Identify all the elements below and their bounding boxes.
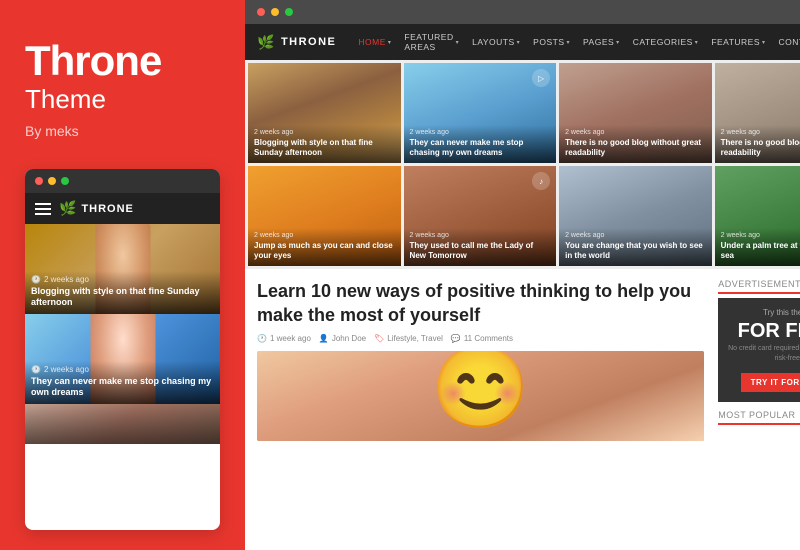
grid-item-8[interactable]: ▷ 2 weeks ago Under a palm tree at the c…	[715, 166, 800, 266]
music-icon: ♪	[532, 172, 550, 190]
chevron-down-icon: ▾	[456, 39, 460, 46]
mobile-post-2-time: 🕐2 weeks ago	[31, 365, 214, 374]
mobile-post-1-time: 🕐2 weeks ago	[31, 275, 214, 284]
nav-item-features[interactable]: FEATURES ▾	[705, 24, 771, 60]
grid-time-2: 2 weeks ago	[410, 129, 551, 136]
grid-caption-8: Under a palm tree at the coast of the se…	[721, 241, 800, 261]
article-meta: 🕐 1 week ago 👤 John Doe 🏷 Lifestyle, Tra…	[257, 334, 704, 343]
article-image: 😊	[257, 351, 704, 441]
grid-time-city: 2 weeks ago	[721, 129, 800, 136]
nav-item-home[interactable]: HOME ▾	[352, 24, 397, 60]
right-panel: 🌿 THRONE HOME ▾ FEATURED AREAS ▾ LAYOUTS…	[245, 0, 800, 550]
chevron-down-icon: ▾	[616, 39, 620, 46]
brand-subtitle: Theme	[25, 84, 220, 115]
grid-item-7[interactable]: 2 weeks ago You are change that you wish…	[559, 166, 712, 266]
chevron-down-icon: ▾	[566, 39, 570, 46]
nav-item-posts[interactable]: POSTS ▾	[527, 24, 576, 60]
grid-caption-6: They used to call me the Lady of New Tom…	[410, 241, 551, 261]
nav-item-featured[interactable]: FEATURED AREAS ▾	[398, 24, 465, 60]
article-comments: 💬 11 Comments	[451, 334, 513, 343]
brand-title: Throne	[25, 40, 220, 82]
user-icon: 👤	[319, 334, 329, 343]
play-icon: ▷	[532, 69, 550, 87]
dot-red	[35, 177, 43, 185]
grid-caption-7: You are change that you wish to see in t…	[565, 241, 706, 261]
try-free-button[interactable]: TRY IT FOR FREE	[741, 373, 800, 392]
mobile-post-2-image: 🕐2 weeks ago They can never make me stop…	[25, 314, 220, 404]
mobile-post-3-image	[25, 404, 220, 444]
ad-tagline: Try this theme	[726, 308, 800, 317]
grid-caption-2: They can never make me stop chasing my o…	[410, 138, 551, 158]
grid-time-5: 2 weeks ago	[254, 232, 395, 239]
mobile-post-2-title: They can never make me stop chasing my o…	[31, 376, 214, 399]
nav-items: HOME ▾ FEATURED AREAS ▾ LAYOUTS ▾ POSTS …	[352, 24, 800, 60]
browser-content: 🌿 THRONE HOME ▾ FEATURED AREAS ▾ LAYOUTS…	[245, 24, 800, 550]
sidebar: Advertisement Try this theme FOR FREE No…	[718, 279, 800, 550]
advertisement-box: Try this theme FOR FREE No credit card r…	[718, 298, 800, 402]
ad-title: FOR FREE	[726, 321, 800, 341]
ad-subtitle: No credit card required and completely r…	[726, 344, 800, 364]
browser-dot-green	[285, 8, 293, 16]
dot-yellow	[48, 177, 56, 185]
nav-item-layouts[interactable]: LAYOUTS ▾	[466, 24, 526, 60]
mobile-navbar: 🌿 THRONE	[25, 193, 220, 224]
grid-item-3[interactable]: 2 weeks ago There is no good blog withou…	[559, 63, 712, 163]
mobile-post-1-image: 🕐2 weeks ago Blogging with style on that…	[25, 224, 220, 314]
nav-item-contact[interactable]: CONTACT	[773, 24, 800, 60]
grid-item-4[interactable]: 2 weeks ago There is no good blog withou…	[715, 63, 800, 163]
grid-item-5[interactable]: 2 weeks ago Jump as much as you can and …	[248, 166, 401, 266]
left-panel: Throne Theme By meks 🌿 THRONE	[0, 0, 245, 550]
advertisement-label: Advertisement	[718, 279, 800, 294]
site-logo: 🌿 THRONE	[257, 34, 336, 51]
grid-caption-1: Blogging with style on that fine Sunday …	[254, 138, 395, 158]
dot-green	[61, 177, 69, 185]
article-section: Learn 10 new ways of positive thinking t…	[257, 279, 704, 550]
logo-leaf-icon: 🌿	[59, 200, 77, 217]
site-navbar: 🌿 THRONE HOME ▾ FEATURED AREAS ▾ LAYOUTS…	[245, 24, 800, 60]
article-categories: 🏷 Lifestyle, Travel	[374, 334, 443, 343]
article-author: 👤 John Doe	[319, 334, 366, 343]
mobile-preview-card: 🌿 THRONE 🕐2 weeks ago Blogging with styl…	[25, 169, 220, 530]
chevron-down-icon: ▾	[517, 39, 521, 46]
mobile-card-chrome	[25, 169, 220, 193]
grid-time-6: 2 weeks ago	[410, 232, 551, 239]
featured-grid: 2 weeks ago Blogging with style on that …	[245, 60, 800, 269]
mobile-post-1-title: Blogging with style on that fine Sunday …	[31, 286, 214, 309]
grid-item-6[interactable]: ♪ 2 weeks ago They used to call me the L…	[404, 166, 557, 266]
nav-item-categories[interactable]: CATEGORIES ▾	[627, 24, 705, 60]
browser-chrome	[245, 0, 800, 24]
folder-icon: 🏷	[374, 334, 384, 343]
chevron-down-icon: ▾	[695, 39, 699, 46]
browser-dot-red	[257, 8, 265, 16]
browser-dot-yellow	[271, 8, 279, 16]
article-title: Learn 10 new ways of positive thinking t…	[257, 279, 704, 328]
clock-icon: 🕐	[257, 334, 267, 343]
nav-item-pages[interactable]: PAGES ▾	[577, 24, 626, 60]
grid-time-3: 2 weeks ago	[565, 129, 706, 136]
grid-item-1[interactable]: 2 weeks ago Blogging with style on that …	[248, 63, 401, 163]
grid-time-8: 2 weeks ago	[721, 232, 800, 239]
grid-item-2[interactable]: ▷ 2 weeks ago They can never make me sto…	[404, 63, 557, 163]
grid-caption-5: Jump as much as you can and close your e…	[254, 241, 395, 261]
grid-caption-3: There is no good blog without great read…	[565, 138, 706, 158]
most-popular-label: Most Popular	[718, 410, 800, 425]
grid-time-1: 2 weeks ago	[254, 129, 395, 136]
brand-by: By meks	[25, 123, 220, 139]
mobile-logo: 🌿 THRONE	[59, 200, 134, 217]
main-content: Learn 10 new ways of positive thinking t…	[245, 269, 800, 550]
hamburger-icon[interactable]	[35, 203, 51, 215]
comment-icon: 💬	[451, 334, 461, 343]
article-time: 🕐 1 week ago	[257, 334, 311, 343]
grid-caption-city: There is no good blog without great read…	[721, 138, 800, 158]
site-logo-leaf-icon: 🌿	[257, 34, 276, 51]
chevron-down-icon: ▾	[762, 39, 766, 46]
chevron-down-icon: ▾	[388, 39, 392, 46]
grid-time-7: 2 weeks ago	[565, 232, 706, 239]
